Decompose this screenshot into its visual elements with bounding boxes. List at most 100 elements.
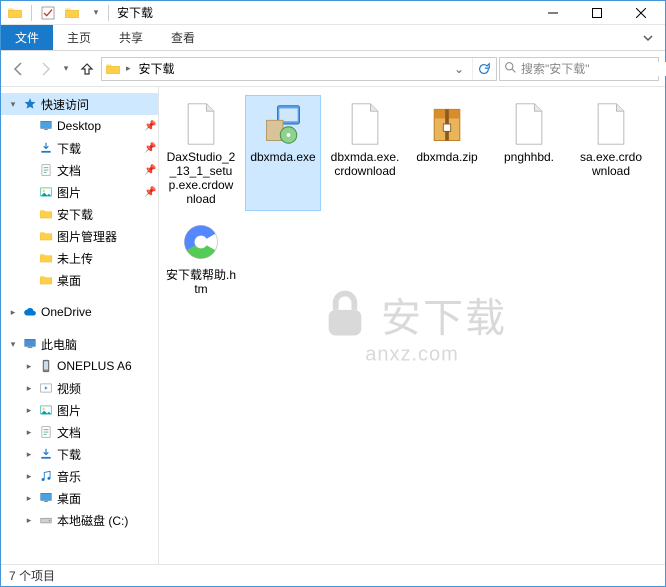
status-bar: 7 个项目 (1, 564, 665, 586)
address-dropdown-icon[interactable]: ⌄ (450, 62, 468, 76)
desktop-icon (37, 117, 55, 135)
folder-icon (104, 60, 122, 78)
file-label: pnghhbd. (504, 150, 554, 164)
file-icon (341, 100, 389, 148)
file-item[interactable]: 安下载帮助.htm (163, 213, 239, 301)
collapse-icon[interactable]: ▾ (7, 339, 19, 350)
tree-item[interactable]: 图片📌 (1, 181, 158, 203)
expand-icon[interactable]: ▸ (23, 361, 35, 372)
pin-icon: 📌 (144, 143, 158, 154)
file-label: dbxmda.exe (250, 150, 315, 164)
close-button[interactable] (619, 1, 663, 25)
forward-button[interactable] (33, 57, 57, 81)
address-bar[interactable]: ▸ 安下载 ⌄ (101, 57, 497, 81)
separator (108, 5, 109, 21)
file-label: 安下载帮助.htm (166, 268, 236, 296)
file-icon (177, 100, 225, 148)
pin-icon: 📌 (144, 187, 158, 198)
navigation-tree[interactable]: ▾ 快速访问 Desktop📌下载📌文档📌图片📌安下载图片管理器未上传桌面 ▸ … (1, 87, 159, 564)
expand-icon[interactable]: ▸ (23, 515, 35, 526)
tree-item[interactable]: ▸ONEPLUS A6 (1, 355, 158, 377)
file-pane[interactable]: 安下载 anxz.com DaxStudio_2_13_1_setup.exe.… (159, 87, 665, 564)
file-icon (423, 100, 471, 148)
tree-item[interactable]: ▸桌面 (1, 487, 158, 509)
expand-icon[interactable]: ▸ (23, 449, 35, 460)
folder-icon (37, 205, 55, 223)
tree-item[interactable]: 未上传 (1, 247, 158, 269)
file-label: sa.exe.crdownload (576, 150, 646, 178)
expand-icon[interactable]: ▸ (23, 427, 35, 438)
pin-icon: 📌 (144, 165, 158, 176)
music-icon (37, 467, 55, 485)
properties-checkbox-icon[interactable] (38, 3, 58, 23)
expand-icon[interactable]: ▸ (23, 493, 35, 504)
tree-item[interactable]: ▸下载 (1, 443, 158, 465)
tree-item[interactable]: ▸本地磁盘 (C:) (1, 509, 158, 531)
download-icon (37, 445, 55, 463)
pic-icon (37, 401, 55, 419)
tree-quick-access[interactable]: ▾ 快速访问 (1, 93, 158, 115)
chevron-down-icon[interactable]: ▾ (86, 3, 106, 23)
expand-icon[interactable]: ▸ (7, 307, 19, 318)
tree-item[interactable]: 下载📌 (1, 137, 158, 159)
file-item[interactable]: pnghhbd. (491, 95, 567, 211)
tree-item[interactable]: 安下载 (1, 203, 158, 225)
video-icon (37, 379, 55, 397)
tree-item[interactable]: Desktop📌 (1, 115, 158, 137)
download-icon (37, 139, 55, 157)
file-item[interactable]: dbxmda.exe (245, 95, 321, 211)
desktop-icon (37, 489, 55, 507)
doc-icon (37, 161, 55, 179)
refresh-button[interactable] (472, 58, 494, 80)
expand-icon[interactable]: ▸ (23, 405, 35, 416)
tree-item[interactable]: ▸文档 (1, 421, 158, 443)
file-item[interactable]: sa.exe.crdownload (573, 95, 649, 211)
chevron-right-icon[interactable]: ▸ (126, 63, 131, 74)
search-box[interactable] (499, 57, 659, 81)
cloud-icon (21, 303, 39, 321)
recent-dropdown[interactable]: ▾ (59, 57, 73, 81)
maximize-button[interactable] (575, 1, 619, 25)
titlebar: ▾ 安下载 (1, 1, 665, 25)
doc-icon (37, 423, 55, 441)
search-icon (504, 61, 517, 77)
breadcrumb[interactable]: 安下载 (135, 60, 179, 77)
tree-item[interactable]: ▸视频 (1, 377, 158, 399)
tree-item[interactable]: 桌面 (1, 269, 158, 291)
status-text: 7 个项目 (9, 567, 55, 584)
star-icon (21, 95, 39, 113)
quick-access-toolbar: ▾ (3, 3, 106, 23)
tree-item[interactable]: 文档📌 (1, 159, 158, 181)
up-button[interactable] (75, 57, 99, 81)
file-item[interactable]: dbxmda.exe.crdownload (327, 95, 403, 211)
file-icon (505, 100, 553, 148)
folder-icon (37, 271, 55, 289)
tab-home[interactable]: 主页 (53, 25, 105, 50)
window-buttons (531, 1, 663, 25)
phone-icon (37, 357, 55, 375)
search-input[interactable] (521, 62, 666, 76)
tab-view[interactable]: 查看 (157, 25, 209, 50)
file-icon (587, 100, 635, 148)
expand-icon[interactable]: ▸ (23, 383, 35, 394)
tree-this-pc[interactable]: ▾ 此电脑 (1, 333, 158, 355)
drive-icon (37, 511, 55, 529)
file-icon (177, 218, 225, 266)
tree-onedrive[interactable]: ▸ OneDrive (1, 301, 158, 323)
expand-icon[interactable]: ▸ (23, 471, 35, 482)
folder-small-icon[interactable] (62, 3, 82, 23)
file-item[interactable]: dbxmda.zip (409, 95, 485, 211)
minimize-button[interactable] (531, 1, 575, 25)
tree-item[interactable]: ▸音乐 (1, 465, 158, 487)
navigation-bar: ▾ ▸ 安下载 ⌄ (1, 51, 665, 87)
collapse-icon[interactable]: ▾ (7, 99, 19, 110)
tab-file[interactable]: 文件 (1, 25, 53, 50)
tree-item[interactable]: ▸图片 (1, 399, 158, 421)
file-item[interactable]: DaxStudio_2_13_1_setup.exe.crdownload (163, 95, 239, 211)
ribbon-expand-icon[interactable] (637, 27, 659, 49)
body: ▾ 快速访问 Desktop📌下载📌文档📌图片📌安下载图片管理器未上传桌面 ▸ … (1, 87, 665, 564)
tree-item[interactable]: 图片管理器 (1, 225, 158, 247)
folder-icon (5, 3, 25, 23)
back-button[interactable] (7, 57, 31, 81)
tab-share[interactable]: 共享 (105, 25, 157, 50)
